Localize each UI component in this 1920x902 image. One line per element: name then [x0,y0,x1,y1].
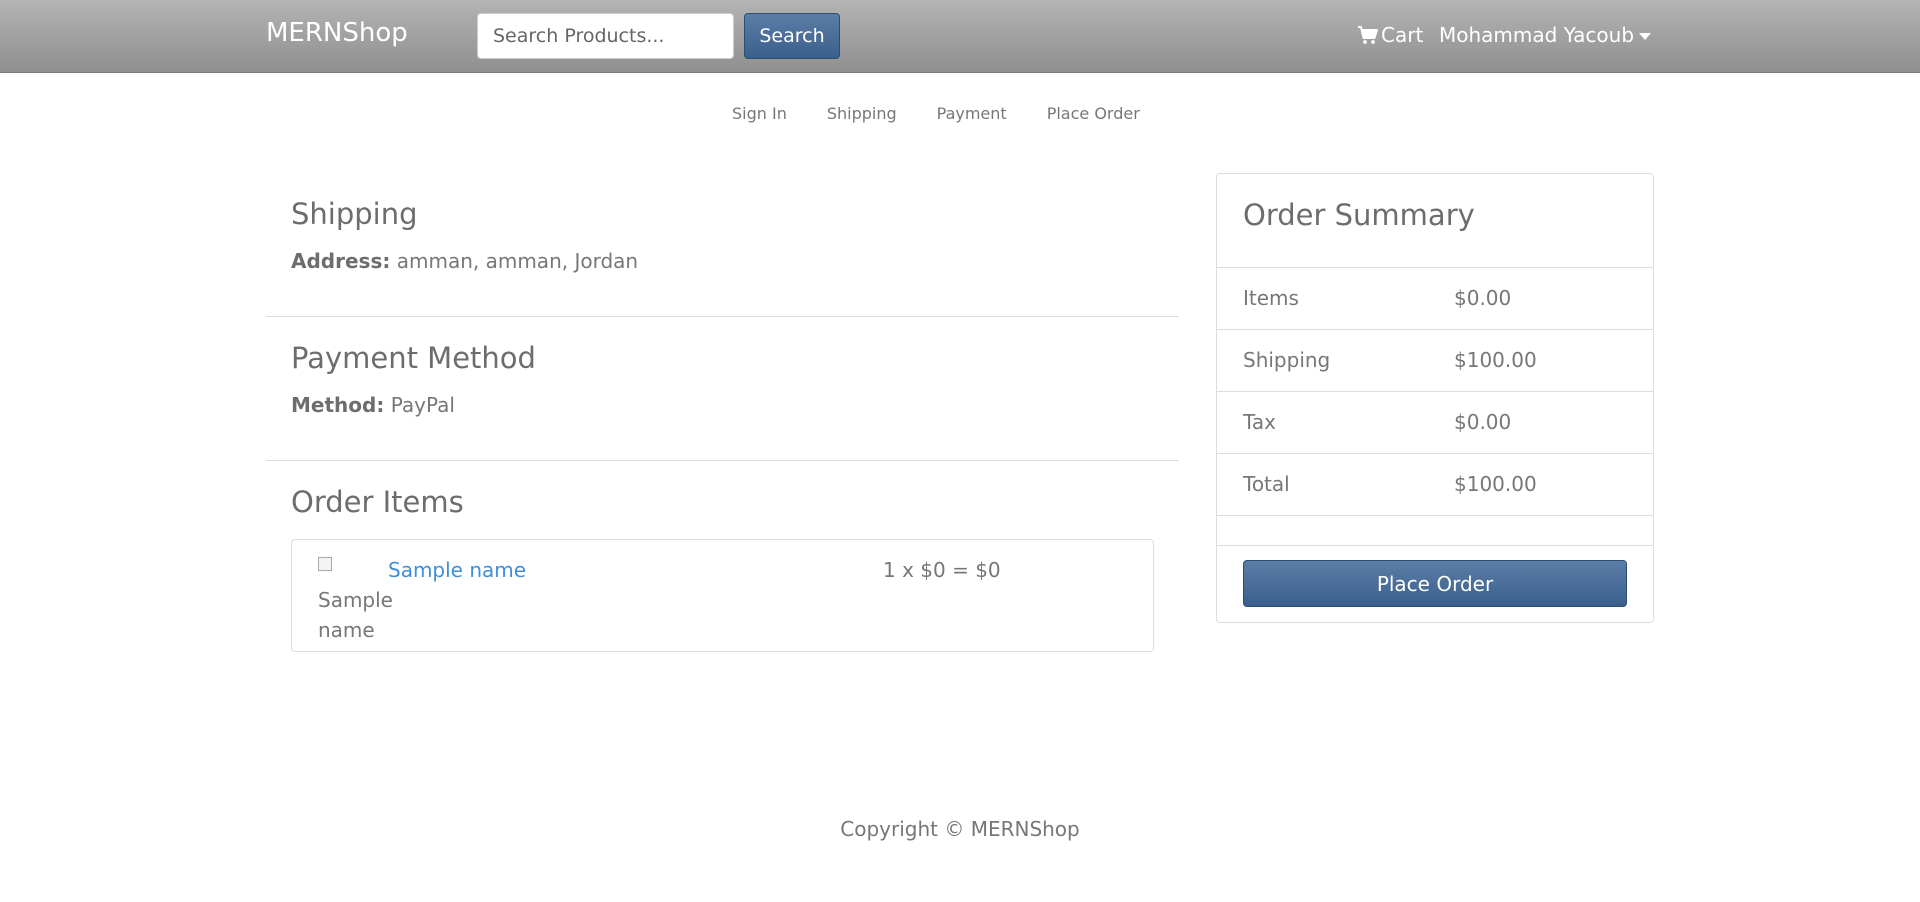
order-summary-heading: Order Summary [1243,198,1475,232]
summary-row-total: Total $100.00 [1217,454,1653,515]
order-items-list: Sample name Sample name 1 x $0 = $0 [291,539,1154,652]
summary-divider [1217,545,1653,546]
payment-section: Payment Method Method: PayPal [266,341,1179,417]
summary-value: $0.00 [1454,410,1512,434]
product-image-alt: Sample name [318,588,393,642]
user-dropdown-toggle[interactable]: Mohammad Yacoub [1439,23,1652,47]
summary-value: $100.00 [1454,348,1537,372]
summary-value: $0.00 [1454,286,1512,310]
product-image: Sample name [318,555,393,645]
footer-copyright: Copyright © MERNShop [840,817,1080,841]
broken-image-icon [318,557,332,571]
summary-value: $100.00 [1454,472,1537,496]
payment-method: Method: PayPal [291,393,1179,417]
step-payment[interactable]: Payment [937,104,1007,123]
address-label: Address: [291,249,391,273]
search-button[interactable]: Search [744,13,840,59]
caret-down-icon [1639,32,1652,40]
order-items-heading: Order Items [291,485,464,519]
method-label: Method: [291,393,385,417]
product-name-link[interactable]: Sample name [388,558,526,582]
order-items-section: Order Items [266,485,1179,519]
summary-row-shipping: Shipping $100.00 [1217,330,1653,391]
method-value: PayPal [390,393,455,417]
shipping-heading: Shipping [291,197,418,231]
step-sign-in[interactable]: Sign In [732,104,787,123]
summary-divider [1217,515,1653,516]
search-input[interactable] [477,13,734,59]
shopping-cart-icon [1357,25,1379,45]
address-value: amman, amman, Jordan [396,249,639,273]
summary-label: Total [1243,472,1290,496]
summary-row-items: Items $0.00 [1217,268,1653,329]
payment-heading: Payment Method [291,341,536,375]
cart-label: Cart [1381,23,1424,47]
step-place-order[interactable]: Place Order [1047,104,1140,123]
order-summary-card: Order Summary Items $0.00 Shipping $100.… [1216,173,1654,623]
summary-label: Items [1243,286,1299,310]
summary-row-tax: Tax $0.00 [1217,392,1653,453]
summary-label: Shipping [1243,348,1331,372]
summary-label: Tax [1243,410,1276,434]
place-order-button[interactable]: Place Order [1243,560,1627,607]
checkout-steps: Sign In Shipping Payment Place Order [732,104,1140,123]
brand-logo-link[interactable]: MERNShop [266,18,408,48]
product-price-calc: 1 x $0 = $0 [883,558,1001,582]
user-name: Mohammad Yacoub [1439,23,1635,47]
cart-link[interactable]: Cart [1357,23,1423,47]
shipping-section: Shipping Address: amman, amman, Jordan [266,197,1179,273]
step-shipping[interactable]: Shipping [827,104,897,123]
section-divider [266,460,1179,461]
navbar: MERNShop Search Cart Mohammad Yacoub [0,0,1920,73]
shipping-address: Address: amman, amman, Jordan [291,249,1179,273]
section-divider [266,316,1179,317]
